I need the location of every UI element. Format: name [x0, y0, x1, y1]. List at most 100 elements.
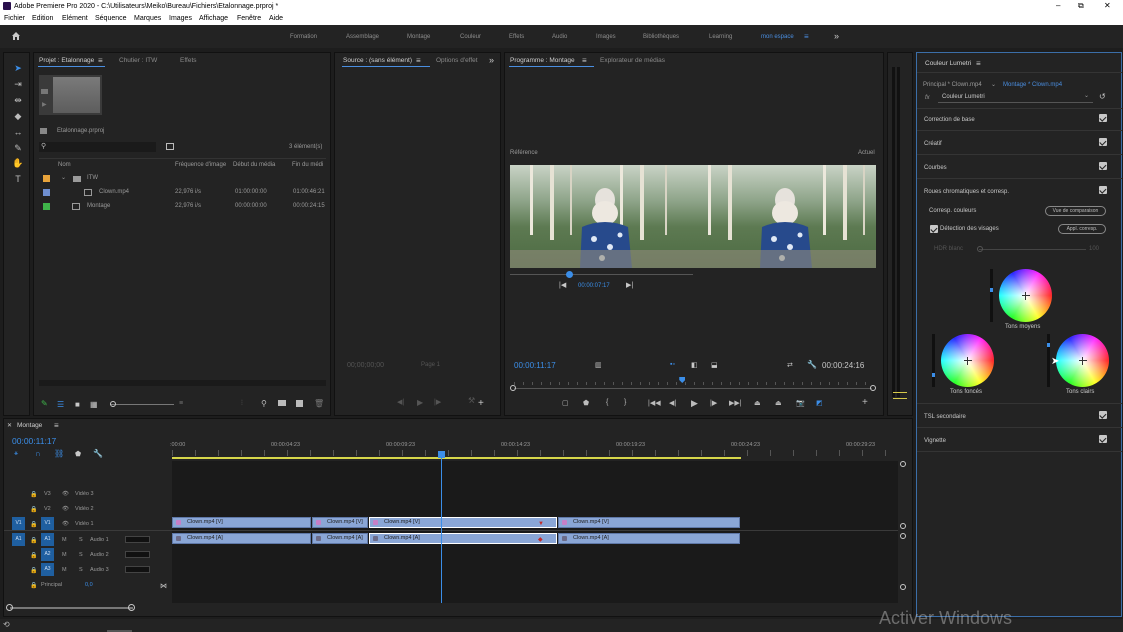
section-roues-chromatiques[interactable]: Roues chromatiques et corresp. [924, 189, 1009, 195]
timeline-ruler[interactable] [172, 450, 898, 456]
hdr-slider-handle[interactable] [977, 246, 983, 252]
reference-scrubber[interactable] [510, 274, 693, 275]
zoom-end-handle[interactable] [128, 604, 135, 611]
lock-icon[interactable]: 🔒 [30, 537, 37, 544]
automate-icon[interactable]: ⫶ [241, 400, 243, 408]
tab-explorateur[interactable]: Explorateur de médias [600, 57, 665, 64]
linked-selection-icon[interactable]: ⛓ [54, 449, 64, 458]
eye-icon[interactable]: 👁 [62, 521, 69, 527]
eye-icon[interactable]: 👁 [62, 506, 69, 512]
safe-margins-icon[interactable]: ▢ [562, 399, 569, 407]
lock-icon[interactable]: 🔒 [30, 521, 37, 528]
solo-button[interactable]: S [79, 567, 83, 573]
snap-icon[interactable]: ∩ [35, 449, 41, 458]
razor-tool-icon[interactable]: ◆ [12, 110, 24, 122]
tab-effets[interactable]: Effets [180, 57, 197, 64]
menu-marques[interactable]: Marques [134, 15, 161, 22]
vertical-zoom-handle[interactable] [900, 533, 906, 539]
section-checkbox[interactable] [1099, 162, 1107, 170]
source-patch-v1[interactable]: V1 [12, 517, 25, 530]
highlights-brightness-slider[interactable] [1047, 334, 1050, 387]
step-forward-icon[interactable]: |▶ [710, 399, 717, 407]
video-clip[interactable]: Clown.mp4 [V] [312, 517, 368, 528]
workspace-audio[interactable]: Audio [552, 34, 567, 40]
go-to-in-icon[interactable]: |◀◀ [648, 399, 661, 407]
highlights-wheel[interactable] [1056, 334, 1109, 387]
slip-tool-icon[interactable]: ↔ [12, 126, 24, 138]
comparison-toggle-icon[interactable]: ◩ [816, 399, 823, 407]
track-header-a1[interactable]: A1 🔒 A1 M S Audio 1 [4, 533, 175, 547]
timeline-timecode[interactable]: 00:00:11:17 [12, 436, 56, 446]
disclosure-triangle-icon[interactable]: ⌄ [61, 174, 66, 181]
section-tsl-secondaire[interactable]: TSL secondaire [924, 414, 966, 420]
vertical-zoom-handle[interactable] [900, 461, 906, 467]
sequence-clip-tab[interactable]: Montage * Clown.mp4 [1003, 82, 1062, 88]
vertical-zoom-handle[interactable] [900, 584, 906, 590]
shadows-wheel[interactable] [941, 334, 994, 387]
icon-view-icon[interactable]: ■ [75, 400, 80, 409]
section-checkbox[interactable] [1099, 138, 1107, 146]
horizontal-scrollbar[interactable] [39, 380, 326, 386]
hdr-slider[interactable] [979, 249, 1086, 250]
timeline-settings-icon[interactable]: 🔧 [93, 449, 103, 458]
video-clip[interactable]: Clown.mp4 [V] [172, 517, 311, 528]
workspace-formation[interactable]: Formation [290, 34, 317, 40]
add-marker-icon[interactable]: ⬟ [75, 450, 81, 458]
video-clip[interactable]: Clown.mp4 [V] [369, 517, 557, 528]
mute-button[interactable]: M [62, 552, 67, 558]
extract-icon[interactable]: ⏏ [775, 399, 782, 407]
source-export-frame-icon[interactable]: ⚒ [468, 396, 475, 405]
track-tag[interactable]: A3 [41, 563, 54, 576]
eye-icon[interactable]: 👁 [62, 491, 69, 497]
menu-fichier[interactable]: Fichier [4, 15, 25, 22]
menu-edition[interactable]: Edition [32, 15, 53, 22]
source-play-icon[interactable]: ▶ [417, 398, 423, 407]
mark-out-icon[interactable]: } [624, 399, 626, 406]
audio-clip[interactable]: Clown.mp4 [A] [172, 533, 311, 544]
comparison-view-icon[interactable]: ▥ [595, 361, 602, 369]
tab-source[interactable]: Source : (sans élément) [343, 57, 412, 64]
workspace-effets[interactable]: Effets [509, 34, 524, 40]
write-protect-icon[interactable]: ✎ [41, 399, 48, 408]
maximize-button[interactable]: ⧉ [1078, 1, 1084, 11]
section-checkbox[interactable] [1099, 435, 1107, 443]
col-fin[interactable]: Fin du médi [292, 162, 323, 168]
horizontal-split-icon[interactable]: ⬓ [711, 361, 718, 369]
list-item[interactable]: ⌄ ITW [39, 173, 326, 185]
section-checkbox[interactable] [1099, 114, 1107, 122]
menu-aide[interactable]: Aide [269, 15, 283, 22]
new-item-icon[interactable] [296, 400, 303, 407]
source-more-icon[interactable]: » [489, 55, 494, 65]
pen-tool-icon[interactable]: ✎ [12, 142, 24, 154]
lock-icon[interactable]: 🔒 [30, 582, 37, 589]
video-clip[interactable]: Clown.mp4 [V] [558, 517, 740, 528]
timeline-playhead-handle[interactable] [438, 451, 445, 458]
track-tag[interactable]: A1 [41, 533, 54, 546]
solo-button[interactable]: S [79, 537, 83, 543]
section-vignette[interactable]: Vignette [924, 438, 946, 444]
track-header-a3[interactable]: 🔒 A3 M S Audio 3 [4, 563, 175, 577]
track-select-tool-icon[interactable]: ⇥ [12, 78, 24, 90]
project-menu-icon[interactable]: ≡ [98, 56, 103, 65]
midtones-brightness-slider[interactable] [990, 269, 993, 322]
scrubber-end-handle[interactable] [870, 385, 876, 391]
audio-clip[interactable]: Clown.mp4 [A] [369, 533, 557, 544]
workspace-assemblage[interactable]: Assemblage [346, 34, 379, 40]
source-add-button-icon[interactable]: + [478, 398, 484, 409]
list-item[interactable]: Clown.mp4 22,976 i/s 01:00:00:00 01:00:4… [39, 187, 326, 199]
workspace-mon-espace[interactable]: mon espace [761, 34, 794, 40]
midtones-wheel[interactable] [999, 269, 1052, 322]
col-nom[interactable]: Nom [58, 162, 71, 168]
selection-tool-icon[interactable]: ➤ [12, 62, 24, 74]
face-detection-checkbox[interactable] [930, 225, 938, 233]
col-debut[interactable]: Début du média [233, 162, 275, 168]
sort-icon[interactable]: ≡ [179, 400, 183, 407]
swap-sides-icon[interactable]: ⇄ [787, 361, 793, 369]
source-page-select[interactable]: Page 1 [421, 362, 440, 368]
add-marker-icon[interactable]: ⬟ [583, 399, 589, 407]
reference-playhead[interactable] [565, 271, 573, 278]
menu-affichage[interactable]: Affichage [199, 15, 228, 22]
find-icon[interactable]: ⚲ [261, 399, 267, 408]
section-courbes[interactable]: Courbes [924, 165, 947, 171]
zoom-slider[interactable] [110, 404, 174, 405]
